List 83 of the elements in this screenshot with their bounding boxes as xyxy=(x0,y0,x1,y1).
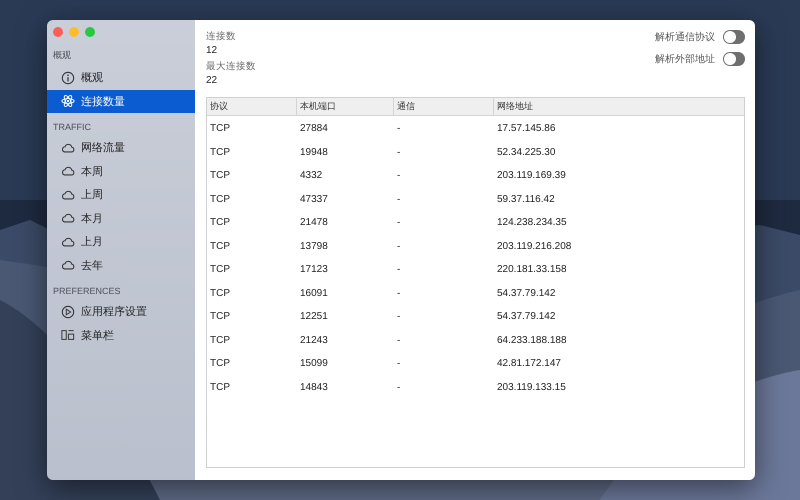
close-button[interactable] xyxy=(53,27,63,37)
table-cell-text: - xyxy=(396,170,402,182)
table-cell-text: - xyxy=(396,146,402,158)
table-cell-text: - xyxy=(396,194,402,205)
table-cell-text: 21243 xyxy=(299,334,329,346)
table-cell-text: 27884 xyxy=(299,123,329,134)
table-cell-text: TCP xyxy=(209,358,231,370)
table-cell-text: - xyxy=(396,217,402,228)
table-cell-text: 15099 xyxy=(299,358,329,370)
toggle-switch[interactable] xyxy=(723,52,745,66)
column-header[interactable]: 本机端口 xyxy=(297,98,394,115)
cloud-icon xyxy=(61,258,75,272)
section-header: TRAFFIC xyxy=(52,122,91,132)
stat-label: 连接数 xyxy=(206,30,236,44)
table-cell-text: 203.119.169.39 xyxy=(496,170,567,182)
table-cell-text: 124.238.234.35 xyxy=(496,217,568,228)
table-cell-text: - xyxy=(396,264,402,276)
sidebar-item[interactable]: 菜单栏 xyxy=(47,324,195,347)
sidebar-item[interactable]: 去年 xyxy=(47,254,195,277)
table-cell-text: 12251 xyxy=(299,311,329,322)
section-header: 概观 xyxy=(52,49,71,62)
table-cell-text: TCP xyxy=(209,311,231,322)
table-cell-text: TCP xyxy=(209,334,231,346)
sidebar-item[interactable]: 概观 xyxy=(47,66,195,90)
table-cell-text: TCP xyxy=(209,382,231,393)
table-cell-text: 19948 xyxy=(299,146,329,158)
table-cell-text: 220.181.33.158 xyxy=(496,264,568,276)
column-header[interactable]: 通信 xyxy=(394,98,494,115)
table-cell-text: TCP xyxy=(209,194,231,205)
table-cell-text: 64.233.188.188 xyxy=(496,334,568,346)
table-cell-text: TCP xyxy=(209,288,231,299)
table-cell-text: TCP xyxy=(209,123,231,134)
table-cell-text: 16091 xyxy=(299,288,329,299)
sidebar-item[interactable]: 应用程序设置 xyxy=(47,300,195,324)
table-cell-text: TCP xyxy=(209,217,231,228)
toggle-label: 解析外部地址 xyxy=(655,52,715,66)
table-cell-text: - xyxy=(396,382,402,393)
stat-value: 22 xyxy=(206,74,218,88)
toggle-switch[interactable] xyxy=(723,30,745,44)
info-icon xyxy=(61,70,75,85)
sidebar-item[interactable]: 网络流量 xyxy=(47,136,195,160)
sidebar-item[interactable]: 上月 xyxy=(47,230,195,254)
layout-icon xyxy=(61,328,75,342)
table-cell-text: TCP xyxy=(209,240,231,252)
sidebar-item[interactable]: 连接数量 xyxy=(47,90,195,113)
table-cell-text: 13798 xyxy=(299,240,329,252)
zoom-button[interactable] xyxy=(85,27,95,37)
table-cell-text: - xyxy=(396,358,402,370)
table-cell-text: 42.81.172.147 xyxy=(496,358,562,370)
table-cell-text: 14843 xyxy=(299,382,329,393)
table-cell-text: 59.37.116.42 xyxy=(496,194,556,205)
table-cell-text: - xyxy=(396,334,402,346)
table-cell-text: 203.119.216.208 xyxy=(496,240,572,252)
stat-label: 最大连接数 xyxy=(206,60,256,74)
table-cell-text: 21478 xyxy=(299,217,329,228)
sidebar-item[interactable]: 上周 xyxy=(47,183,195,206)
table-cell-text: 17.57.145.86 xyxy=(496,123,556,134)
table-cell-text: - xyxy=(396,288,402,299)
section-header: PREFERENCES xyxy=(52,286,121,296)
column-header[interactable]: 网络地址 xyxy=(494,98,744,115)
table-cell-text: 203.119.133.15 xyxy=(496,382,567,393)
atom-icon xyxy=(61,94,75,108)
table-cell-text: 17123 xyxy=(299,264,329,276)
table-cell-text: 54.37.79.142 xyxy=(496,311,556,322)
table-cell-text: - xyxy=(396,123,402,134)
stat-value: 12 xyxy=(206,44,218,58)
minimize-button[interactable] xyxy=(69,27,79,37)
cloud-icon xyxy=(61,164,75,178)
table-cell-text: 54.37.79.142 xyxy=(496,288,556,299)
sidebar-item[interactable]: 本月 xyxy=(47,206,195,230)
table-cell-text: 47337 xyxy=(299,194,329,205)
table-cell-text: 52.34.225.30 xyxy=(496,146,556,158)
toggle-label: 解析通信协议 xyxy=(655,30,715,44)
table-cell-text: - xyxy=(396,311,402,322)
table-cell-text: 4332 xyxy=(299,170,324,182)
table-cell-text: TCP xyxy=(209,146,231,158)
play-circle-icon xyxy=(61,304,75,319)
table-cell-text: - xyxy=(396,240,402,252)
cloud-icon xyxy=(61,211,75,226)
table-cell-text: TCP xyxy=(209,170,231,182)
column-header[interactable]: 协议 xyxy=(207,98,297,115)
table-cell-text: TCP xyxy=(209,264,231,276)
sidebar-item[interactable]: 本周 xyxy=(47,160,195,183)
